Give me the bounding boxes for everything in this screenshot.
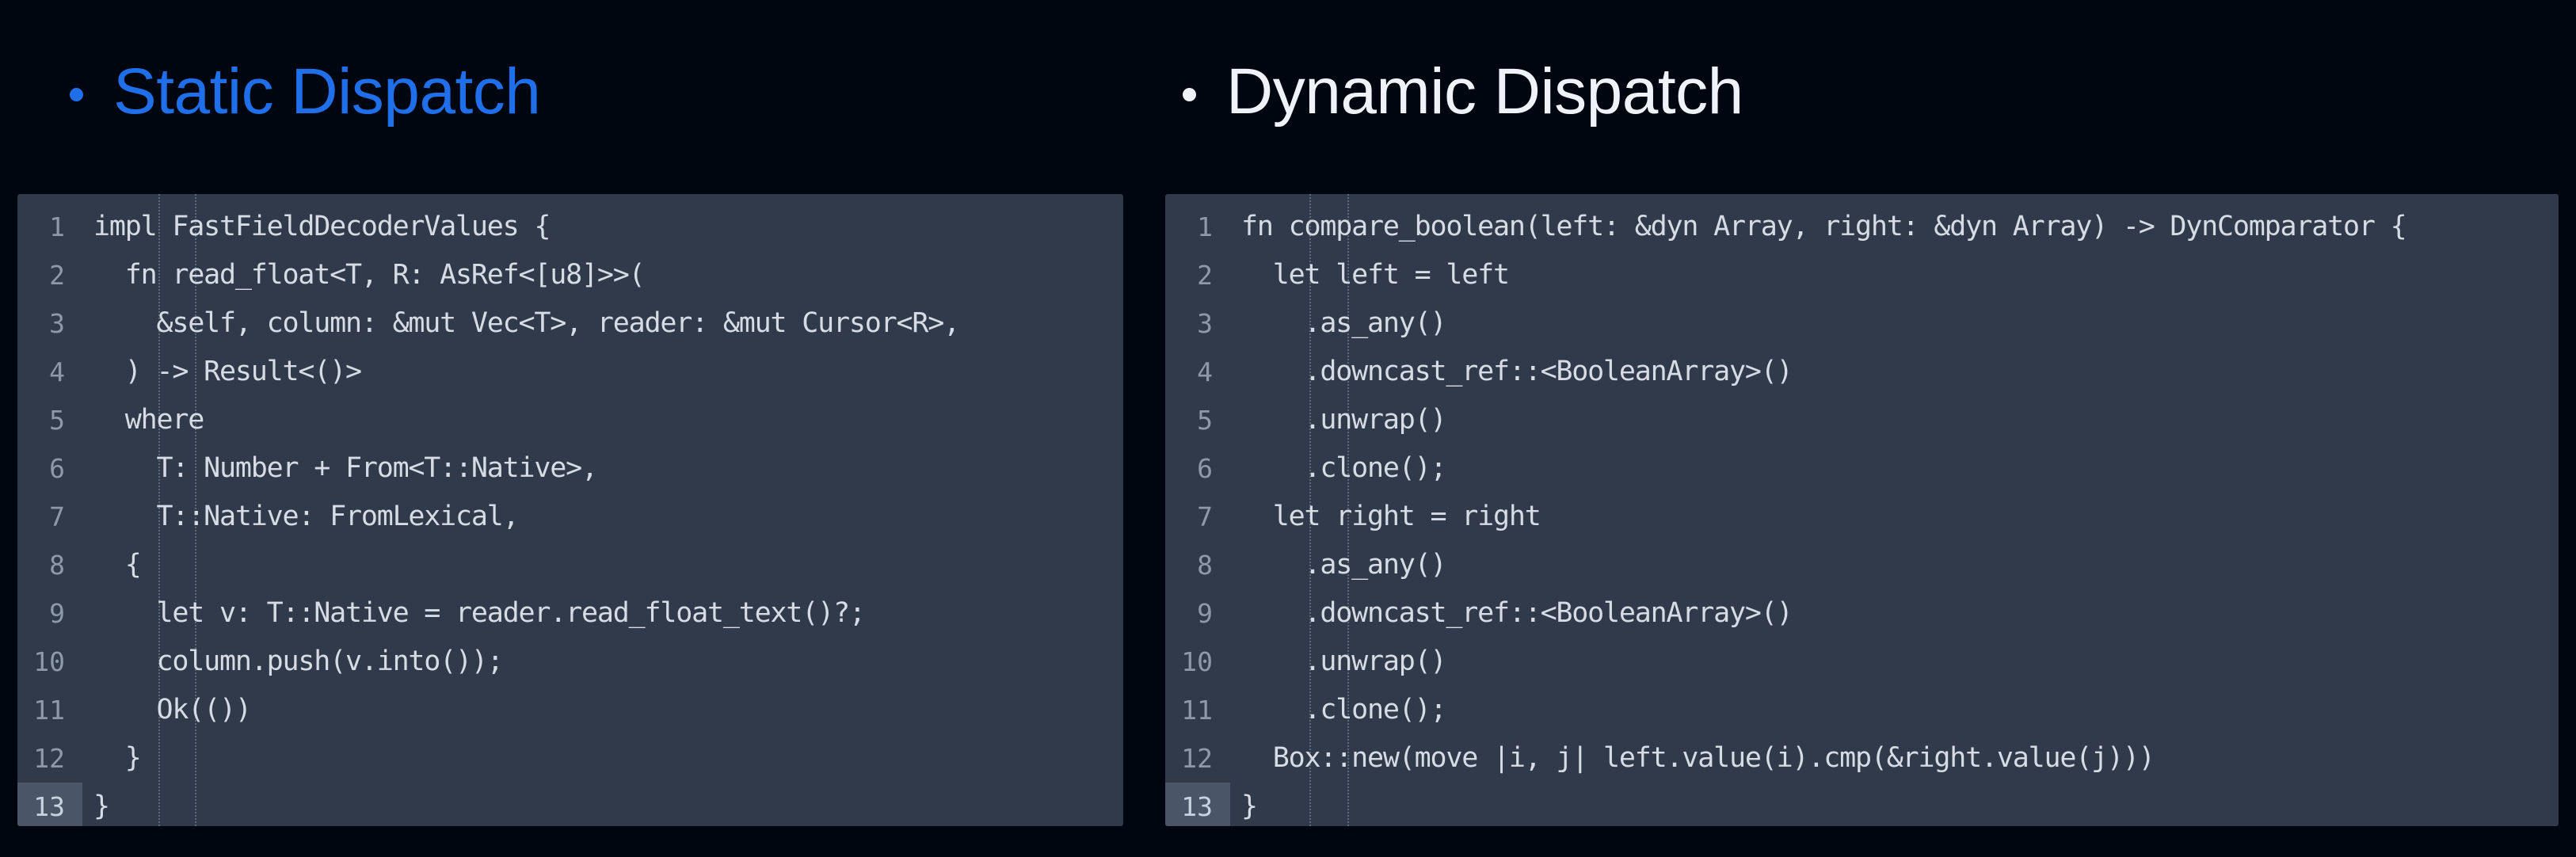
- code-line[interactable]: 10 column.push(v.into());: [17, 638, 1123, 686]
- line-number: 5: [49, 405, 65, 436]
- line-number: 6: [1197, 453, 1213, 484]
- code-line[interactable]: 1 fn compare_boolean(left: &dyn Array, ri…: [1165, 203, 2559, 251]
- line-number: 11: [1181, 695, 1213, 726]
- code-line-text: T: Number + From<T::Native>,: [93, 452, 598, 484]
- code-line[interactable]: 13}: [1165, 783, 2559, 826]
- line-number: 2: [49, 260, 65, 291]
- line-number: 4: [49, 356, 65, 387]
- code-line[interactable]: 7 T::Native: FromLexical,: [17, 493, 1123, 541]
- code-line-text: .unwrap(): [1241, 646, 1446, 677]
- code-line-text: fn read_float<T, R: AsRef<[u8]>>(: [93, 259, 646, 291]
- code-line[interactable]: 6 .clone();: [1165, 444, 2559, 493]
- code-line[interactable]: 5 where: [17, 396, 1123, 444]
- code-line[interactable]: 3 .as_any(): [1165, 299, 2559, 348]
- code-line-text: .as_any(): [1241, 549, 1446, 581]
- code-line-text: .unwrap(): [1241, 404, 1446, 436]
- line-number: 12: [1181, 743, 1213, 774]
- code-line-text: fn compare_boolean(left: &dyn Array, rig…: [1241, 211, 2407, 242]
- headings-row: Static Dispatch Dynamic Dispatch: [0, 0, 2576, 184]
- code-line[interactable]: 3 &self, column: &mut Vec<T>, reader: &m…: [17, 299, 1123, 348]
- code-line-text: let right = right: [1241, 501, 1541, 532]
- code-line[interactable]: 12 }: [17, 734, 1123, 783]
- line-number: 8: [1197, 550, 1213, 581]
- code-line-text: where: [93, 404, 205, 436]
- code-line-text: .downcast_ref::<BooleanArray>(): [1241, 597, 1793, 629]
- code-line-text: .clone();: [1241, 694, 1446, 726]
- line-number: 13: [1165, 783, 1230, 826]
- code-line-text: T::Native: FromLexical,: [93, 501, 519, 532]
- code-line[interactable]: 10 .unwrap(): [1165, 638, 2559, 686]
- code-line[interactable]: 11 .clone();: [1165, 686, 2559, 734]
- heading-label-dynamic-dispatch: Dynamic Dispatch: [1226, 55, 1743, 128]
- code-line-text: Box::new(move |i, j| left.value(i).cmp(&…: [1241, 742, 2155, 774]
- code-line-text: &self, column: &mut Vec<T>, reader: &mut…: [93, 307, 960, 339]
- line-number: 9: [1197, 598, 1213, 629]
- heading-static-dispatch: Static Dispatch: [0, 0, 1165, 184]
- line-number: 12: [33, 743, 65, 774]
- code-line-text: }: [93, 790, 110, 822]
- line-number: 7: [49, 501, 65, 532]
- line-number: 13: [17, 783, 82, 826]
- line-number: 10: [1181, 646, 1213, 677]
- heading-dynamic-dispatch: Dynamic Dispatch: [1165, 0, 2330, 184]
- code-line-list: 1 fn compare_boolean(left: &dyn Array, ri…: [1165, 194, 2559, 826]
- code-line[interactable]: 1 impl FastFieldDecoderValues {: [17, 203, 1123, 251]
- line-number: 10: [33, 646, 65, 677]
- slide-root: Static Dispatch Dynamic Dispatch 1 impl F…: [0, 0, 2576, 857]
- bullet-dot-icon: [1183, 87, 1196, 101]
- code-line[interactable]: 4 ) -> Result<()>: [17, 348, 1123, 396]
- code-line[interactable]: 7 let right = right: [1165, 493, 2559, 541]
- code-line-text: }: [93, 742, 142, 774]
- line-number: 7: [1197, 501, 1213, 532]
- code-line-text: .as_any(): [1241, 307, 1446, 339]
- line-number: 2: [1197, 260, 1213, 291]
- code-line[interactable]: 9 let v: T::Native = reader.read_float_t…: [17, 589, 1123, 638]
- line-number: 11: [33, 695, 65, 726]
- code-line[interactable]: 11 Ok(()): [17, 686, 1123, 734]
- code-line-text: let v: T::Native = reader.read_float_tex…: [93, 597, 865, 629]
- code-line-text: Ok(()): [93, 694, 251, 726]
- code-line-text: impl FastFieldDecoderValues {: [93, 211, 551, 242]
- code-line-text: ) -> Result<()>: [93, 356, 362, 387]
- line-number: 1: [1197, 211, 1213, 242]
- code-panel-dynamic-dispatch[interactable]: 1 fn compare_boolean(left: &dyn Array, ri…: [1165, 194, 2559, 826]
- line-number: 3: [1197, 308, 1213, 339]
- code-line-text: .downcast_ref::<BooleanArray>(): [1241, 356, 1793, 387]
- code-line[interactable]: 6 T: Number + From<T::Native>,: [17, 444, 1123, 493]
- code-line-list: 1 impl FastFieldDecoderValues { 2 fn read_…: [17, 194, 1123, 826]
- code-line[interactable]: 8 {: [17, 541, 1123, 589]
- code-line[interactable]: 12 Box::new(move |i, j| left.value(i).cm…: [1165, 734, 2559, 783]
- line-number: 1: [49, 211, 65, 242]
- code-line-text: column.push(v.into());: [93, 646, 503, 677]
- code-line-text: {: [93, 549, 142, 581]
- code-panel-static-dispatch[interactable]: 1 impl FastFieldDecoderValues { 2 fn read_…: [17, 194, 1123, 826]
- code-line[interactable]: 4 .downcast_ref::<BooleanArray>(): [1165, 348, 2559, 396]
- code-line[interactable]: 8 .as_any(): [1165, 541, 2559, 589]
- line-number: 3: [49, 308, 65, 339]
- code-line[interactable]: 9 .downcast_ref::<BooleanArray>(): [1165, 589, 2559, 638]
- line-number: 6: [49, 453, 65, 484]
- line-number: 5: [1197, 405, 1213, 436]
- line-number: 4: [1197, 356, 1213, 387]
- code-line-text: let left = left: [1241, 259, 1510, 291]
- bullet-dot-icon: [70, 87, 83, 101]
- code-line[interactable]: 2 fn read_float<T, R: AsRef<[u8]>>(: [17, 251, 1123, 299]
- line-number: 9: [49, 598, 65, 629]
- code-panels-row: 1 impl FastFieldDecoderValues { 2 fn read_…: [0, 194, 2576, 828]
- code-line[interactable]: 2 let left = left: [1165, 251, 2559, 299]
- code-line[interactable]: 5 .unwrap(): [1165, 396, 2559, 444]
- code-line-text: }: [1241, 790, 1258, 822]
- code-line[interactable]: 13}: [17, 783, 1123, 826]
- line-number: 8: [49, 550, 65, 581]
- code-line-text: .clone();: [1241, 452, 1446, 484]
- heading-label-static-dispatch: Static Dispatch: [113, 55, 541, 128]
